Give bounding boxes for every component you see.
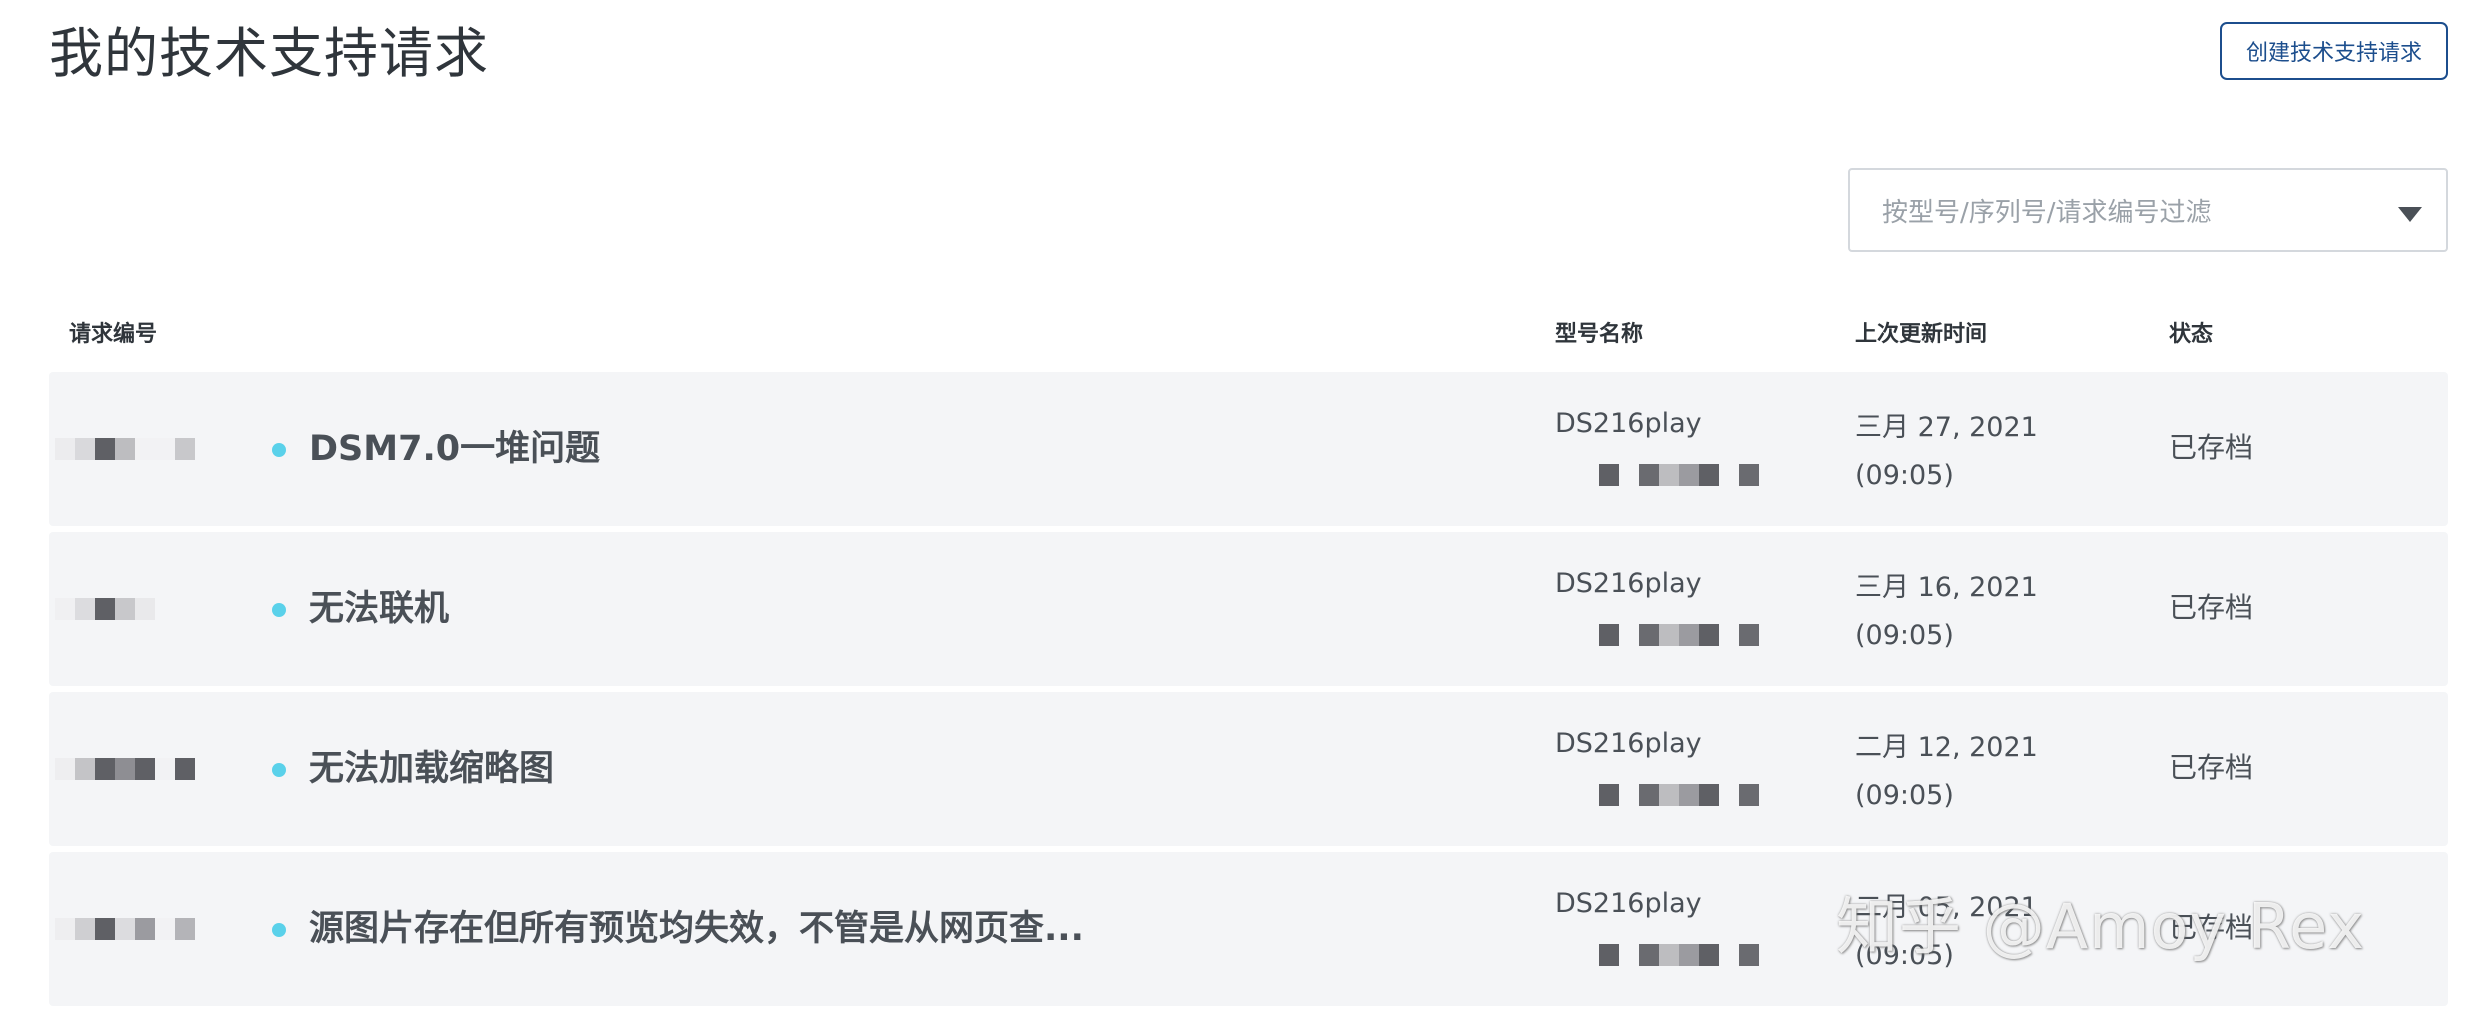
column-header-status: 状态 xyxy=(2169,322,2214,347)
page-title: 我的技术支持请求 xyxy=(49,22,489,85)
last-updated: 二月 12, 2021 (09:05) xyxy=(1855,732,2038,811)
request-id-redacted xyxy=(55,758,195,780)
request-id-redacted xyxy=(55,438,195,460)
request-subject[interactable]: 无法加载缩略图 xyxy=(309,746,554,792)
filter-select[interactable]: 按型号/序列号/请求编号过滤 xyxy=(1848,168,2448,252)
status-dot-icon xyxy=(272,603,286,617)
create-support-request-button[interactable]: 创建技术支持请求 xyxy=(2220,22,2448,80)
filter-placeholder: 按型号/序列号/请求编号过滤 xyxy=(1882,197,2212,228)
caret-down-icon[interactable] xyxy=(2398,207,2422,222)
request-id-redacted xyxy=(55,598,155,620)
status-dot-icon xyxy=(272,763,286,777)
request-subject[interactable]: DSM7.0一堆问题 xyxy=(309,426,600,472)
watermark: 知乎 @Amoy Rex xyxy=(1836,890,2365,963)
model-name: DS216play xyxy=(1555,408,1702,439)
status-text: 已存档 xyxy=(2169,431,2254,464)
model-name: DS216play xyxy=(1555,888,1702,919)
serial-redacted xyxy=(1599,624,1759,646)
serial-redacted xyxy=(1599,464,1759,486)
model-name: DS216play xyxy=(1555,728,1702,759)
last-updated: 三月 16, 2021 (09:05) xyxy=(1855,572,2038,651)
request-subject[interactable]: 源图片存在但所有预览均失效，不管是从网页查... xyxy=(309,906,1084,952)
request-id-redacted xyxy=(55,918,195,940)
last-updated: 三月 27, 2021 (09:05) xyxy=(1855,412,2038,491)
column-header-request-id: 请求编号 xyxy=(69,322,158,347)
serial-redacted xyxy=(1599,944,1759,966)
column-header-model: 型号名称 xyxy=(1555,322,1644,347)
status-text: 已存档 xyxy=(2169,751,2254,784)
table-row[interactable]: 无法加载缩略图 DS216play 二月 12, 2021 (09:05) 已存… xyxy=(49,692,2448,846)
status-text: 已存档 xyxy=(2169,591,2254,624)
table-row[interactable]: DSM7.0一堆问题 DS216play 三月 27, 2021 (09:05)… xyxy=(49,372,2448,526)
status-dot-icon xyxy=(272,923,286,937)
status-dot-icon xyxy=(272,443,286,457)
model-name: DS216play xyxy=(1555,568,1702,599)
table-row[interactable]: 无法联机 DS216play 三月 16, 2021 (09:05) 已存档 xyxy=(49,532,2448,686)
request-subject[interactable]: 无法联机 xyxy=(309,586,449,632)
serial-redacted xyxy=(1599,784,1759,806)
column-header-updated: 上次更新时间 xyxy=(1855,322,1988,347)
